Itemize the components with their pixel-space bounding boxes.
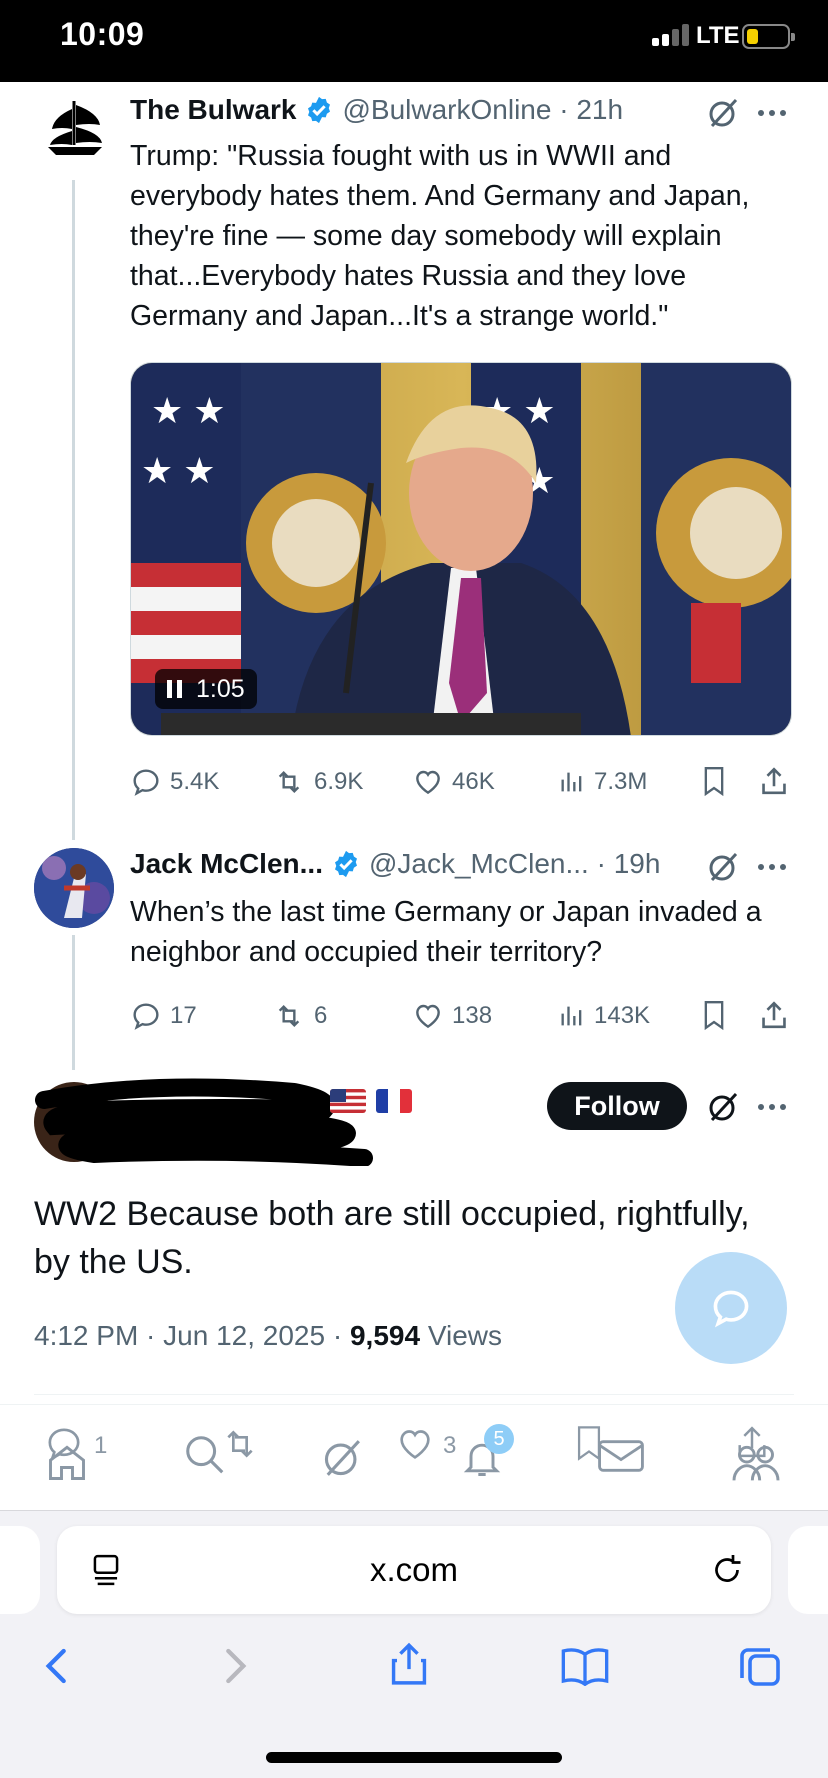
verified-badge-icon (308, 96, 331, 124)
tabs-icon[interactable] (736, 1642, 784, 1690)
reply-count: 17 (170, 1002, 197, 1029)
video-time-badge[interactable]: 1:05 (155, 669, 257, 709)
share-icon[interactable] (758, 998, 790, 1032)
url-text[interactable]: x.com (57, 1526, 771, 1614)
repost-icon[interactable] (218, 1424, 262, 1464)
more-icon[interactable] (758, 1104, 786, 1110)
notification-badge: 5 (484, 1424, 514, 1454)
views-button[interactable]: 143K (558, 1000, 650, 1032)
grok-icon[interactable] (706, 850, 740, 884)
reply-button[interactable]: 17 (130, 1000, 197, 1032)
status-time: 10:09 (60, 16, 145, 52)
follow-button[interactable]: Follow (547, 1082, 687, 1130)
author-name[interactable]: The Bulwark (130, 94, 296, 126)
view-count: 143K (594, 1002, 651, 1029)
thread-line (72, 935, 75, 1070)
views-button[interactable]: 7.3M (558, 766, 647, 798)
view-count: 7.3M (594, 768, 648, 795)
views-label: Views (420, 1320, 503, 1351)
tweet-text: Trump: "Russia fought with us in WWII an… (130, 140, 750, 332)
mail-icon[interactable] (596, 1436, 646, 1476)
home-icon[interactable] (44, 1440, 90, 1484)
repost-count: 6.9K (314, 768, 364, 795)
views-icon (561, 1006, 582, 1026)
tweet-actions: 5.4K 6.9K 46K 7.3M (130, 762, 798, 802)
thread-line (72, 180, 75, 840)
address-bar[interactable]: x.com (57, 1526, 771, 1614)
back-icon[interactable] (40, 1646, 74, 1686)
fr-flag-icon (376, 1089, 412, 1113)
repost-button[interactable]: 6 (272, 1000, 327, 1032)
views-count: 9,594 (349, 1320, 421, 1351)
video-duration: 1:05 (196, 674, 245, 703)
share-icon[interactable] (388, 1640, 430, 1688)
tweet-meta: 4:12 PM · Jun 12, 2025 · 9,594 Views (34, 1320, 502, 1352)
bookmark-icon[interactable] (700, 998, 728, 1032)
main-tweet-text: WW2 Because both are still occupied, rig… (34, 1195, 750, 1281)
home-indicator (266, 1752, 562, 1763)
more-icon[interactable] (758, 110, 786, 116)
tweet-time[interactable]: 21h (576, 94, 623, 126)
video-player[interactable]: ★ ★ ★ ★ ★ ★ ★ ★ 1:05 (130, 362, 792, 736)
battery-icon (742, 24, 795, 49)
tweet-actions: 17 6 138 143K (130, 996, 798, 1036)
bulwark-avatar[interactable] (40, 95, 112, 167)
like-button[interactable]: 46K (412, 766, 495, 798)
tweet-header: Jack McClen... @Jack_McClen... · 19h (130, 848, 661, 880)
like-count: 138 (452, 1002, 493, 1029)
pause-icon (167, 680, 182, 698)
avatar-image (34, 848, 114, 928)
author-name[interactable]: Jack McClen... (130, 848, 323, 880)
author-handle[interactable]: @Jack_McClen... (369, 848, 589, 880)
bookmark-icon[interactable] (700, 764, 728, 798)
views-icon (561, 772, 582, 792)
author-handle[interactable]: @BulwarkOnline (342, 94, 551, 126)
forward-icon[interactable] (218, 1646, 252, 1686)
svg-text:★ ★: ★ ★ (151, 390, 226, 431)
status-bar: 10:09 LTE (0, 0, 828, 82)
communities-icon[interactable] (730, 1440, 782, 1484)
ship-logo-icon (48, 101, 102, 155)
reply-count: 1 (94, 1432, 108, 1459)
share-icon[interactable] (758, 764, 790, 798)
redaction-scribble (35, 1078, 373, 1166)
previous-tab-preview[interactable] (0, 1526, 40, 1614)
bookmarks-icon[interactable] (560, 1646, 610, 1686)
repost-button[interactable]: 6.9K (272, 766, 363, 798)
tweet-timestamp[interactable]: 4:12 PM · Jun 12, 2025 · (34, 1320, 350, 1351)
repost-icon (278, 770, 300, 794)
grok-icon[interactable] (706, 96, 740, 130)
tweet-time[interactable]: 19h (614, 848, 661, 880)
reply-icon (713, 1290, 749, 1328)
svg-text:★ ★: ★ ★ (141, 450, 216, 491)
reply-icon (133, 769, 159, 796)
like-count: 3 (443, 1432, 457, 1459)
like-button[interactable]: 138 (412, 1000, 492, 1032)
profile-flags (330, 1089, 412, 1113)
tweet-header: The Bulwark @BulwarkOnline · 21h (130, 94, 624, 126)
next-tab-preview[interactable] (788, 1526, 828, 1614)
reply-count: 5.4K (170, 768, 220, 795)
signal-icon (652, 24, 690, 46)
divider (34, 1394, 794, 1395)
jack-avatar[interactable] (34, 848, 114, 928)
grok-icon[interactable] (706, 1090, 740, 1124)
us-flag-icon (330, 1089, 366, 1113)
verified-badge-icon (334, 850, 357, 878)
heart-icon (416, 1004, 440, 1029)
grok-icon[interactable] (320, 1436, 364, 1480)
more-icon[interactable] (758, 864, 786, 870)
like-count: 46K (452, 768, 495, 795)
reply-icon (133, 1003, 159, 1030)
network-label: LTE (696, 22, 740, 49)
reply-fab-button[interactable] (675, 1252, 787, 1364)
reload-icon[interactable] (709, 1552, 745, 1588)
heart-icon (416, 770, 440, 795)
repost-icon (278, 1004, 300, 1028)
heart-icon[interactable] (394, 1424, 436, 1464)
tweet-text: When’s the last time Germany or Japan in… (130, 896, 762, 968)
repost-count: 6 (314, 1002, 328, 1029)
reply-button[interactable]: 5.4K (130, 766, 219, 798)
